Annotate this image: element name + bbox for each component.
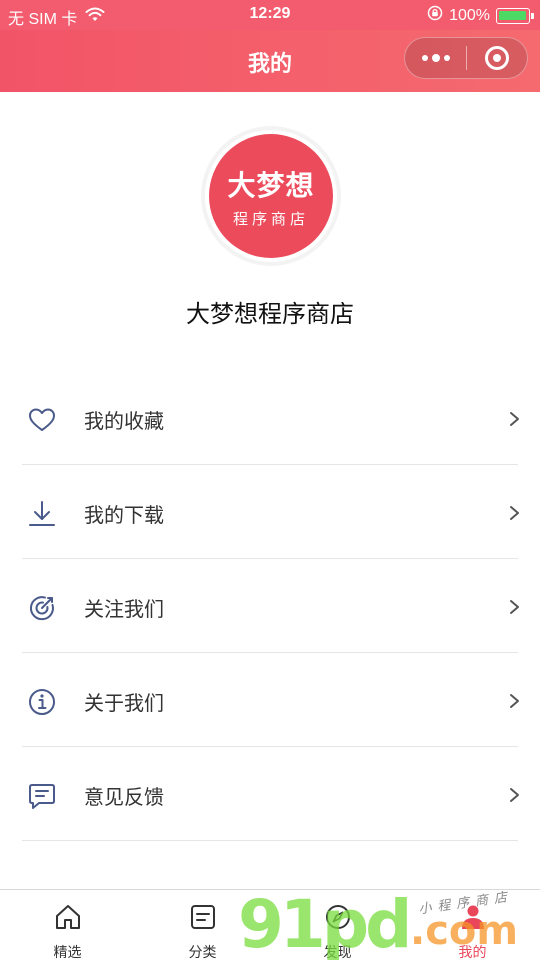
orientation-lock-icon (427, 5, 443, 26)
menu-item-favorites[interactable]: 我的收藏 (0, 371, 540, 465)
tab-featured[interactable]: 精选 (0, 890, 135, 960)
chevron-right-icon (508, 689, 522, 713)
info-icon (26, 686, 58, 718)
heart-icon (26, 404, 58, 436)
tab-category[interactable]: 分类 (135, 890, 270, 960)
tab-mine[interactable]: 我的 (405, 890, 540, 960)
chevron-right-icon (508, 407, 522, 431)
menu-list: 我的收藏 我的下载 关注我们 关于我们 意见反馈 (0, 371, 540, 841)
category-icon (188, 902, 218, 932)
tab-bar: 精选 分类 发现 我的 (0, 889, 540, 960)
avatar-logo: 大梦想 程序商店 (209, 134, 333, 258)
divider (22, 840, 518, 841)
avatar-logo-line1: 大梦想 (227, 168, 315, 202)
shop-name: 大梦想程序商店 (186, 300, 354, 328)
chevron-right-icon (508, 783, 522, 807)
menu-item-label: 关注我们 (84, 597, 164, 621)
menu-item-about-us[interactable]: 关于我们 (0, 653, 540, 747)
menu-item-label: 我的下载 (84, 503, 164, 527)
battery-fill (499, 10, 526, 20)
tab-discover[interactable]: 发现 (270, 890, 405, 960)
profile-section: 大梦想 程序商店 大梦想程序商店 (0, 92, 540, 352)
more-icon[interactable] (405, 38, 466, 78)
home-icon (53, 902, 83, 932)
close-miniprogram-icon[interactable] (467, 38, 527, 78)
download-icon (26, 498, 58, 530)
status-bar: 无 SIM 卡 12:29 100% (0, 0, 540, 30)
menu-item-label: 意见反馈 (84, 785, 164, 809)
tab-label: 分类 (188, 945, 217, 960)
battery-icon (496, 7, 534, 24)
menu-item-feedback[interactable]: 意见反馈 (0, 747, 540, 841)
miniprogram-capsule (404, 37, 528, 79)
menu-item-label: 关于我们 (84, 691, 164, 715)
menu-item-label: 我的收藏 (84, 409, 164, 433)
avatar[interactable]: 大梦想 程序商店 (205, 130, 337, 262)
battery-percent: 100% (449, 6, 490, 24)
menu-item-downloads[interactable]: 我的下载 (0, 465, 540, 559)
compass-icon (323, 902, 353, 932)
nav-bar: 我的 (0, 30, 540, 92)
chevron-right-icon (508, 595, 522, 619)
target-icon (26, 592, 58, 624)
tab-label: 发现 (323, 945, 352, 960)
avatar-logo-line2: 程序商店 (232, 209, 309, 228)
menu-item-follow-us[interactable]: 关注我们 (0, 559, 540, 653)
user-icon (458, 902, 488, 932)
tab-label: 我的 (458, 945, 487, 960)
feedback-icon (26, 780, 58, 812)
status-right: 100% (427, 5, 534, 26)
chevron-right-icon (508, 501, 522, 525)
tab-label: 精选 (53, 945, 82, 960)
